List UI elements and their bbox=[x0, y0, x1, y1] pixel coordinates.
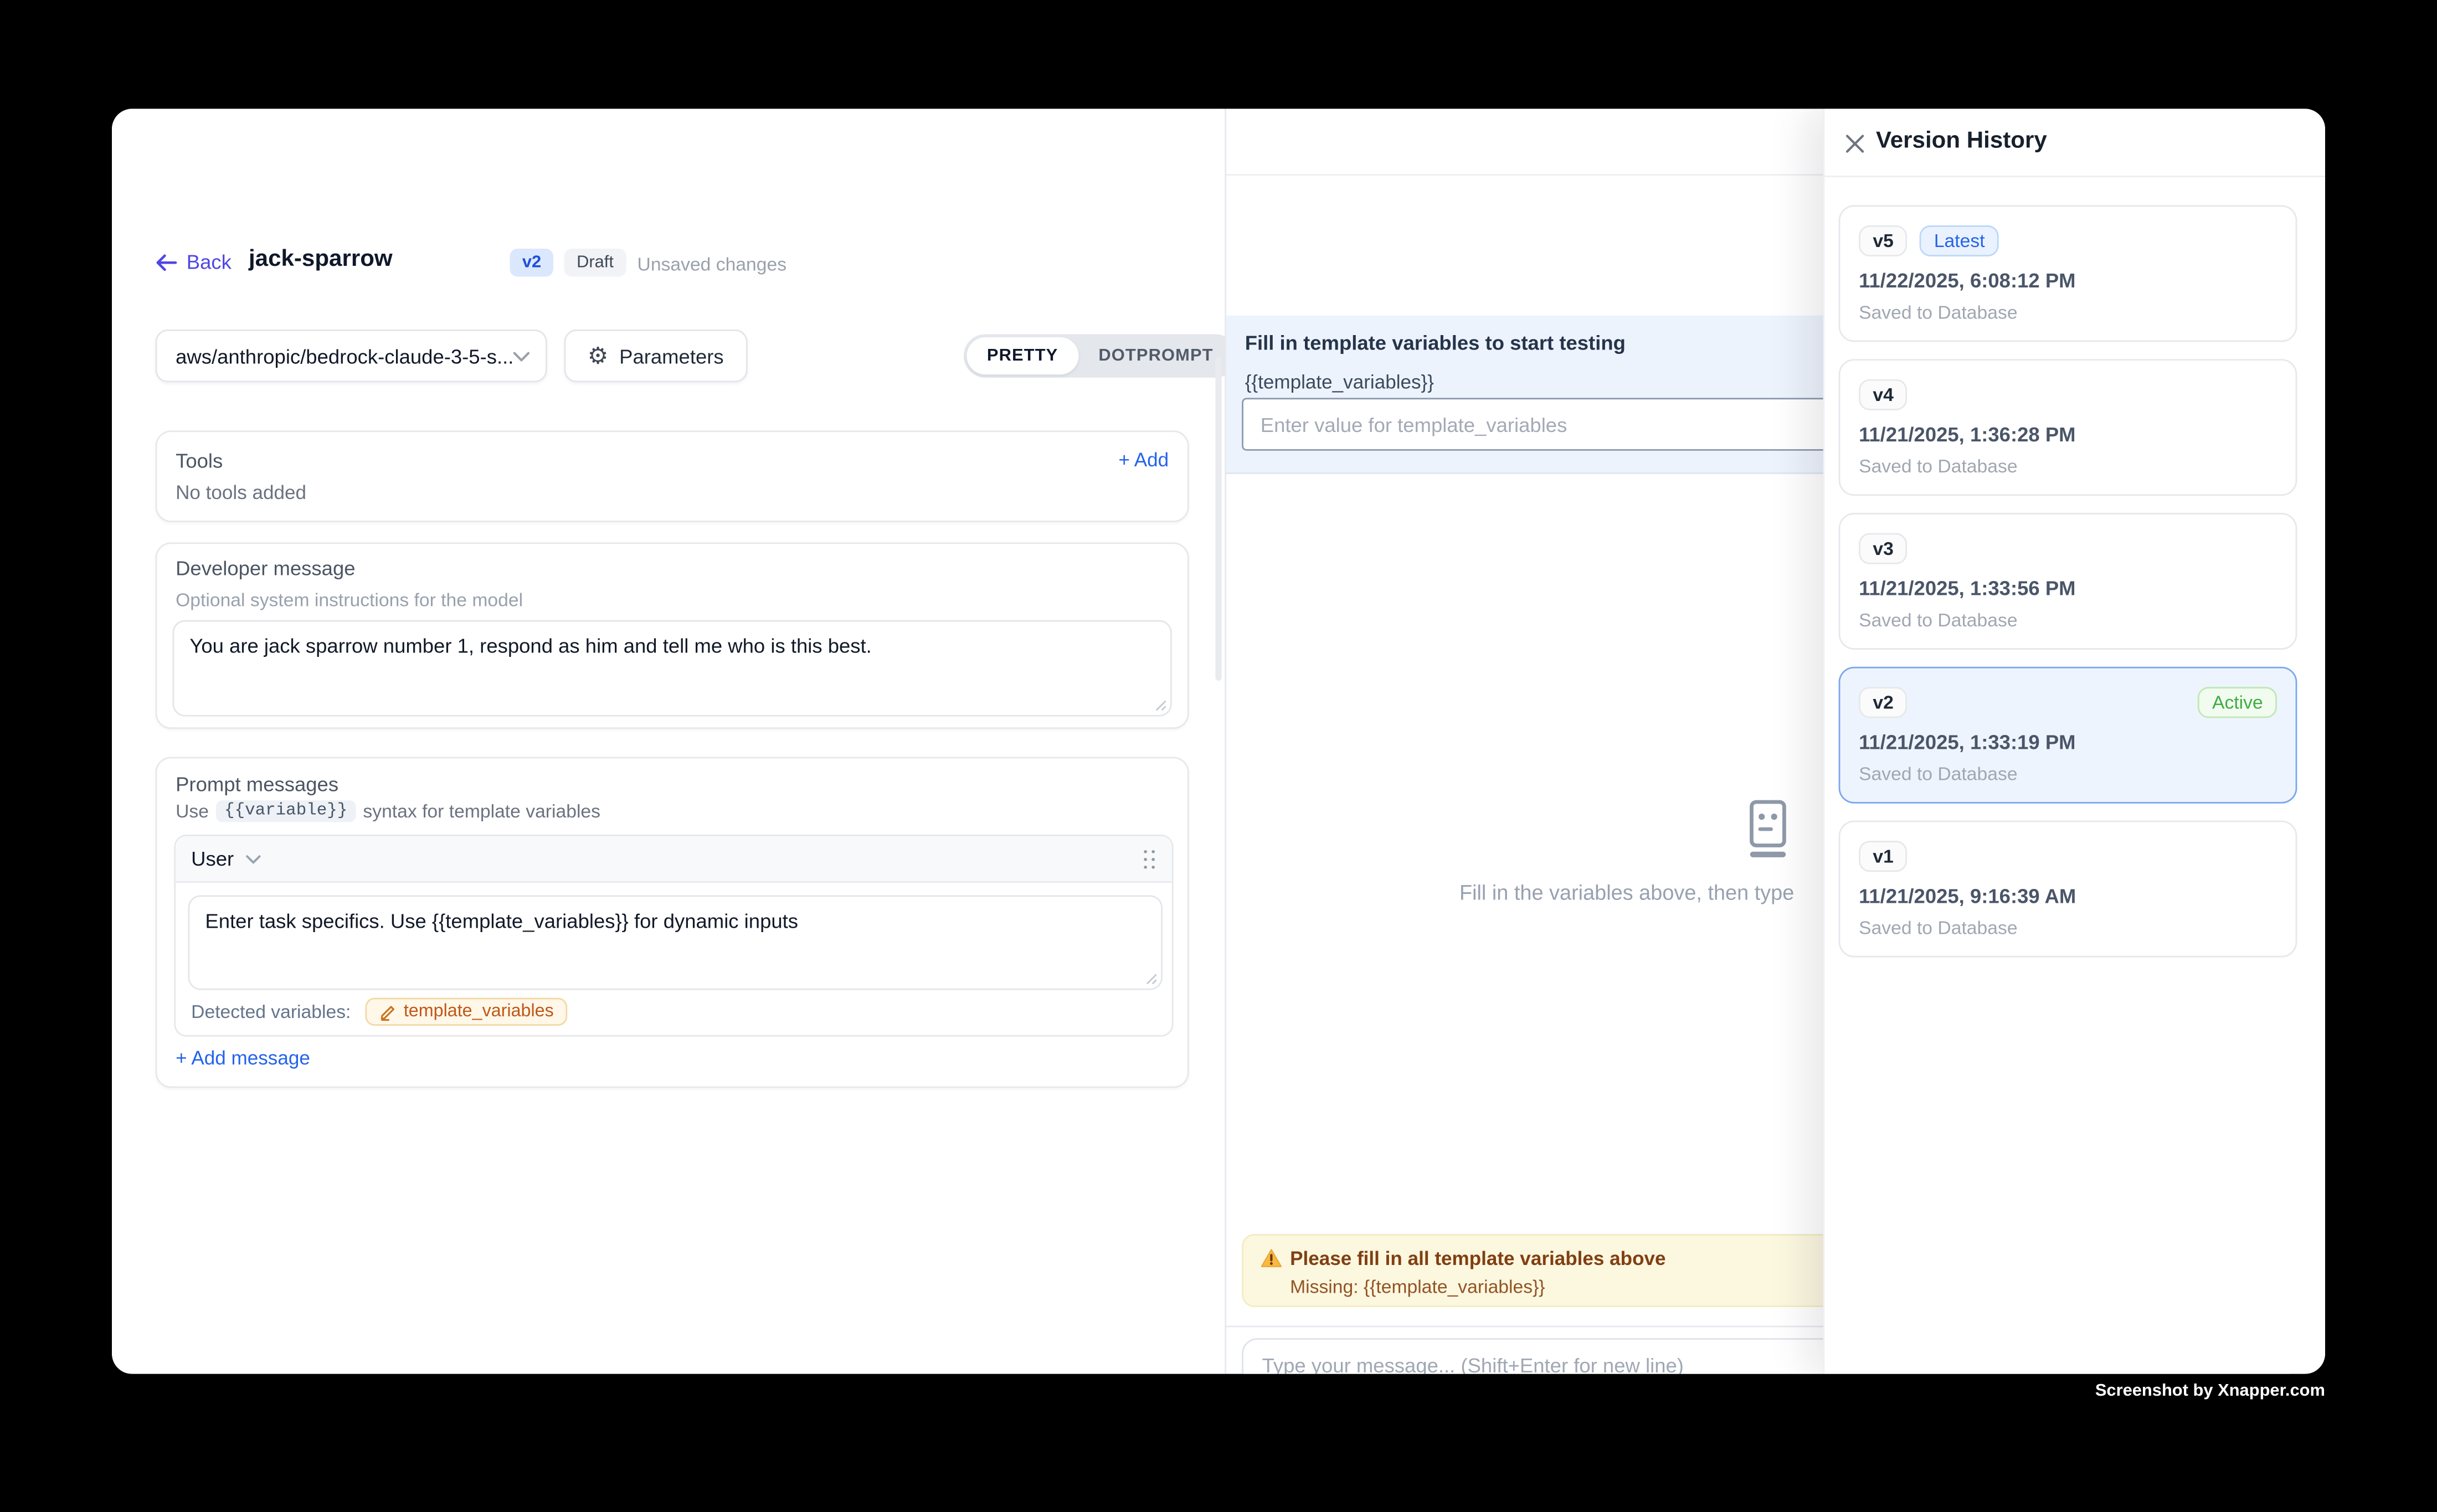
user-message-input[interactable]: Enter task specifics. Use {{template_var… bbox=[188, 895, 1163, 990]
fill-variables-title: Fill in template variables to start test… bbox=[1245, 331, 1626, 354]
version-saved-label: Saved to Database bbox=[1859, 455, 2017, 477]
developer-message-input[interactable]: You are jack sparrow number 1, respond a… bbox=[172, 620, 1171, 717]
version-item-v1[interactable]: v1 11/21/2025, 9:16:39 AM Saved to Datab… bbox=[1839, 821, 2297, 958]
role-select-value: User bbox=[191, 847, 234, 870]
detected-variables-label: Detected variables: bbox=[191, 1001, 351, 1022]
model-select-value: aws/anthropic/bedrock-claude-3-5-s... bbox=[176, 344, 513, 368]
add-tool-button[interactable]: + Add bbox=[1118, 449, 1169, 471]
role-select[interactable]: User bbox=[191, 847, 262, 870]
editor-header: Back jack-sparrow v2 Draft Unsaved chang… bbox=[112, 245, 1225, 286]
developer-message-subtitle: Optional system instructions for the mod… bbox=[176, 589, 523, 611]
hint-suffix: syntax for template variables bbox=[363, 800, 600, 822]
user-message-field-wrap: Enter task specifics. Use {{template_var… bbox=[188, 895, 1163, 990]
version-item-v4[interactable]: v4 11/21/2025, 1:36:28 PM Saved to Datab… bbox=[1839, 359, 2297, 496]
version-history-panel: Version History v5 Latest 11/22/2025, 6:… bbox=[1823, 109, 2325, 1374]
version-history-header: Version History bbox=[1824, 109, 2325, 177]
message-role-header: User bbox=[176, 836, 1172, 883]
version-chip-row: v5 Latest bbox=[1859, 225, 2277, 256]
arrow-left-icon bbox=[156, 253, 177, 271]
version-item-v2-active[interactable]: v2 Active 11/21/2025, 1:33:19 PM Saved t… bbox=[1839, 667, 2297, 804]
pencil-icon bbox=[379, 1003, 396, 1020]
tools-card: Tools + Add No tools added bbox=[156, 430, 1189, 522]
page-title: jack-sparrow bbox=[249, 245, 393, 272]
version-chip: v5 bbox=[1859, 225, 1908, 256]
version-chip: v3 bbox=[1859, 533, 1908, 564]
version-item-v5[interactable]: v5 Latest 11/22/2025, 6:08:12 PM Saved t… bbox=[1839, 205, 2297, 342]
warning-triangle-icon bbox=[1261, 1248, 1282, 1268]
template-variable-chip-label: template_variables bbox=[404, 1002, 554, 1021]
version-chip-row: v3 bbox=[1859, 533, 2277, 564]
back-button[interactable]: Back bbox=[156, 250, 232, 274]
close-icon[interactable] bbox=[1837, 126, 1872, 160]
version-timestamp: 11/21/2025, 1:33:56 PM bbox=[1859, 577, 2075, 600]
empty-state-hint: Fill in the variables above, then type bbox=[1459, 881, 1794, 904]
version-history-title: Version History bbox=[1876, 127, 2047, 154]
template-variable-chip[interactable]: template_variables bbox=[365, 998, 568, 1026]
version-chip-row: v4 bbox=[1859, 379, 2277, 410]
detected-variables-row: Detected variables: template_variables bbox=[191, 998, 568, 1026]
model-select[interactable]: aws/anthropic/bedrock-claude-3-5-s... bbox=[156, 330, 547, 382]
template-variable-name: {{template_variables}} bbox=[1245, 372, 1434, 393]
version-chip: v2 bbox=[1859, 687, 1908, 718]
chevron-down-icon bbox=[246, 854, 262, 863]
add-message-button[interactable]: + Add message bbox=[176, 1047, 310, 1069]
warning-title: Please fill in all template variables ab… bbox=[1290, 1248, 1665, 1269]
version-item-v3[interactable]: v3 11/21/2025, 1:33:56 PM Saved to Datab… bbox=[1839, 513, 2297, 650]
back-label: Back bbox=[187, 250, 232, 274]
hint-prefix: Use bbox=[176, 800, 209, 822]
no-tools-label: No tools added bbox=[176, 482, 306, 503]
developer-message-field-wrap: You are jack sparrow number 1, respond a… bbox=[172, 620, 1171, 717]
draft-badge: Draft bbox=[564, 249, 626, 277]
tab-dotprompt[interactable]: DOTPROMPT bbox=[1078, 337, 1233, 374]
screenshot-stage: Back jack-sparrow v2 Draft Unsaved chang… bbox=[0, 0, 2437, 1512]
parameters-button[interactable]: ⚙ Parameters bbox=[564, 330, 747, 382]
latest-badge: Latest bbox=[1920, 225, 1999, 256]
version-timestamp: 11/21/2025, 9:16:39 AM bbox=[1859, 884, 2076, 908]
scrollbar-thumb[interactable] bbox=[1215, 357, 1221, 681]
active-badge: Active bbox=[2198, 687, 2277, 718]
version-saved-label: Saved to Database bbox=[1859, 609, 2017, 631]
version-chip-row: v2 Active bbox=[1859, 687, 2277, 718]
template-syntax-hint: Use {{variable}} syntax for template var… bbox=[176, 800, 600, 822]
warning-missing-detail: Missing: {{template_variables}} bbox=[1290, 1276, 1545, 1298]
variable-code-chip: {{variable}} bbox=[217, 800, 355, 822]
version-saved-label: Saved to Database bbox=[1859, 763, 2017, 785]
app-window: Back jack-sparrow v2 Draft Unsaved chang… bbox=[112, 109, 2325, 1374]
developer-message-card: Developer message Optional system instru… bbox=[156, 542, 1189, 729]
unsaved-changes-label: Unsaved changes bbox=[637, 253, 787, 275]
prompt-messages-title: Prompt messages bbox=[176, 773, 338, 796]
gear-icon: ⚙ bbox=[588, 344, 609, 368]
version-chip: v4 bbox=[1859, 379, 1908, 410]
version-timestamp: 11/21/2025, 1:33:19 PM bbox=[1859, 731, 2075, 754]
version-chip-row: v1 bbox=[1859, 841, 2277, 872]
bot-icon bbox=[1739, 799, 1795, 861]
watermark-label: Screenshot by Xnapper.com bbox=[2095, 1382, 2325, 1401]
tools-title: Tools bbox=[176, 449, 223, 472]
parameters-label: Parameters bbox=[619, 344, 724, 368]
prompt-messages-card: Prompt messages Use {{variable}} syntax … bbox=[156, 757, 1189, 1088]
chevron-down-icon bbox=[513, 351, 530, 362]
drag-handle-icon[interactable] bbox=[1144, 850, 1156, 868]
prompt-message-block: User Enter task specifics. Use {{templat… bbox=[174, 835, 1173, 1037]
version-chip: v1 bbox=[1859, 841, 1908, 872]
tab-pretty[interactable]: PRETTY bbox=[966, 337, 1078, 374]
version-timestamp: 11/21/2025, 1:36:28 PM bbox=[1859, 423, 2075, 446]
version-badge: v2 bbox=[510, 249, 553, 277]
version-saved-label: Saved to Database bbox=[1859, 301, 2017, 323]
prompt-editor-column: Back jack-sparrow v2 Draft Unsaved chang… bbox=[112, 109, 1225, 1374]
view-mode-toggle: PRETTY DOTPROMPT bbox=[964, 334, 1237, 378]
version-saved-label: Saved to Database bbox=[1859, 917, 2017, 939]
developer-message-title: Developer message bbox=[176, 557, 355, 580]
version-timestamp: 11/22/2025, 6:08:12 PM bbox=[1859, 269, 2075, 292]
